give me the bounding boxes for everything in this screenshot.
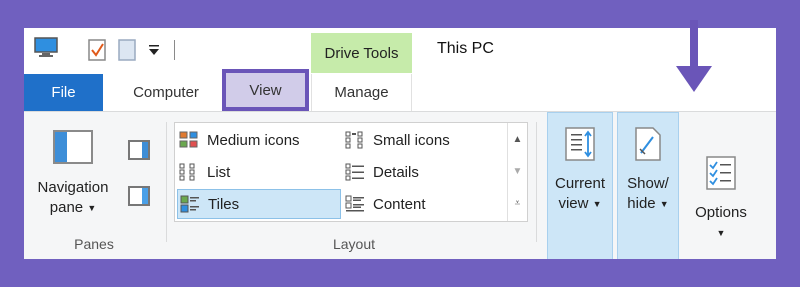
chevron-down-icon: ▼ <box>592 199 602 210</box>
details-pane-icon[interactable] <box>128 186 150 206</box>
small-icons-icon <box>345 131 363 149</box>
list-icon <box>179 163 195 181</box>
tab-computer[interactable]: Computer <box>114 74 218 111</box>
navigation-pane-label-2: pane <box>49 199 84 216</box>
layout-content[interactable]: Content <box>345 189 505 219</box>
navigation-pane-icon <box>53 130 93 164</box>
drive-tools-context-tab: Drive Tools <box>311 33 412 73</box>
options-label: Options <box>695 204 747 221</box>
gallery-expand-icon[interactable]: ⩡ <box>508 187 527 219</box>
layout-item-label: List <box>207 163 231 181</box>
chevron-down-icon: ▼ <box>716 228 726 239</box>
show-hide-icon <box>635 127 661 161</box>
medium-icons-icon <box>179 131 198 148</box>
show-hide-button[interactable]: Show/ hide ▼ <box>617 112 679 259</box>
current-view-label-1: Current <box>554 175 606 192</box>
tab-manage[interactable]: Manage <box>311 74 412 111</box>
preview-pane-icon[interactable] <box>128 140 150 160</box>
layout-small-icons[interactable]: Small icons <box>345 125 505 155</box>
file-explorer-window: Drive Tools This PC File Computer View M… <box>24 28 776 259</box>
chevron-down-icon: ▼ <box>659 199 669 210</box>
current-view-button[interactable]: Current view ▼ <box>547 112 613 259</box>
details-icon <box>345 163 364 181</box>
annotation-arrow-icon <box>676 20 712 92</box>
navigation-pane-button[interactable]: Navigation pane ▼ <box>34 130 112 230</box>
tab-view[interactable]: View <box>222 69 309 111</box>
layout-list[interactable]: List <box>179 157 343 187</box>
show-hide-label-2: hide <box>627 195 656 212</box>
layout-item-label: Tiles <box>208 195 240 213</box>
layout-gallery-scroll: ▲ ▼ ⩡ <box>507 123 527 221</box>
layout-item-label: Medium icons <box>207 131 300 149</box>
tab-file[interactable]: File <box>24 74 103 111</box>
current-view-icon <box>565 127 595 161</box>
properties-icon[interactable] <box>88 39 106 61</box>
layout-item-label: Content <box>373 195 426 213</box>
customize-toolbar-icon[interactable] <box>148 44 160 56</box>
scroll-down-icon[interactable]: ▼ <box>508 155 527 187</box>
ribbon-view: Navigation pane ▼ Panes Medium icons Sma… <box>24 111 776 259</box>
layout-group-label: Layout <box>332 236 376 252</box>
group-divider <box>536 122 537 242</box>
ribbon-tabs: File Computer View Manage <box>24 69 776 111</box>
navigation-pane-label-1: Navigation <box>37 179 109 196</box>
title-bar: Drive Tools This PC <box>24 28 776 74</box>
layout-tiles[interactable]: Tiles <box>177 189 341 219</box>
layout-item-label: Small icons <box>373 131 450 149</box>
chevron-down-icon: ▼ <box>87 203 97 214</box>
toolbar-divider <box>174 40 175 60</box>
window-title: This PC <box>437 40 494 57</box>
layout-gallery: Medium icons Small icons List Details Ti… <box>174 122 528 222</box>
current-view-label-2: view <box>558 195 589 212</box>
layout-medium-icons[interactable]: Medium icons <box>179 125 343 155</box>
show-hide-label-1: Show/ <box>627 175 669 192</box>
options-icon <box>706 156 736 190</box>
layout-details[interactable]: Details <box>345 157 505 187</box>
new-folder-icon[interactable] <box>118 39 136 61</box>
panes-group-label: Panes <box>74 236 114 252</box>
content-icon <box>345 195 364 212</box>
scroll-up-icon[interactable]: ▲ <box>508 123 527 155</box>
group-divider <box>166 122 167 242</box>
options-button[interactable]: Options ▼ <box>682 112 760 259</box>
tiles-icon <box>180 195 199 213</box>
computer-icon[interactable] <box>34 37 58 59</box>
layout-item-label: Details <box>373 163 419 181</box>
